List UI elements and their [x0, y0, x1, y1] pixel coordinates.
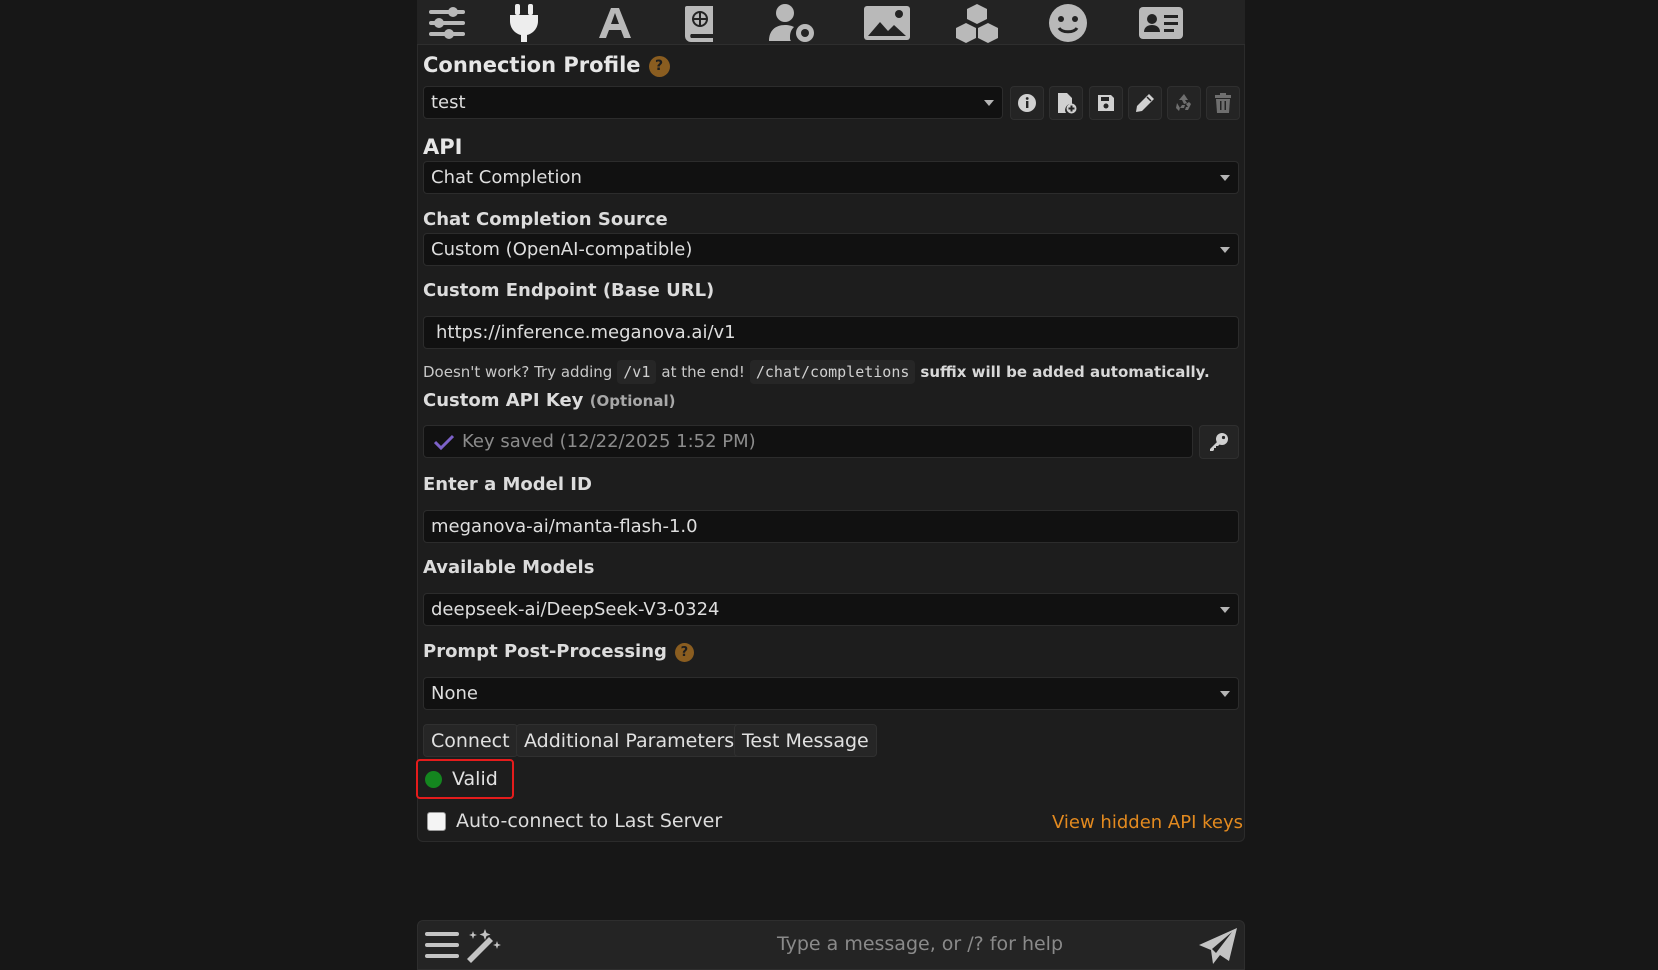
endpoint-hint-text: Doesn't work? Try adding [423, 363, 613, 381]
manage-api-key-button[interactable] [1199, 425, 1239, 459]
sliders-icon[interactable] [417, 2, 477, 44]
profile-reload-button[interactable] [1167, 86, 1201, 120]
chat-completion-source-heading: Chat Completion Source [423, 209, 668, 230]
additional-parameters-button[interactable]: Additional Parameters [516, 724, 743, 757]
custom-endpoint-value: https://inference.meganova.ai/v1 [436, 322, 736, 343]
api-value: Chat Completion [431, 167, 582, 188]
profile-save-button[interactable] [1089, 86, 1123, 120]
top-navigation-bar [417, 0, 1245, 45]
available-models-value: deepseek-ai/DeepSeek-V3-0324 [431, 599, 720, 620]
prompt-post-processing-select[interactable]: None [423, 677, 1239, 710]
connection-profile-label: Connection Profile [423, 53, 641, 77]
auto-connect-label: Auto-connect to Last Server [456, 810, 723, 832]
connection-profile-value: test [431, 92, 466, 113]
custom-api-key-placeholder: Key saved (12/22/2025 1:52 PM) [462, 431, 756, 452]
connect-button[interactable]: Connect [423, 724, 518, 757]
hamburger-menu-icon[interactable] [425, 930, 459, 964]
chat-completion-source-value: Custom (OpenAI-compatible) [431, 239, 693, 260]
help-icon[interactable]: ? [648, 55, 670, 77]
profile-delete-button[interactable] [1206, 86, 1240, 120]
status-label: Valid [452, 768, 498, 790]
connection-profile-heading: Connection Profile? [423, 53, 670, 77]
plug-icon[interactable] [494, 2, 554, 44]
chat-message-input[interactable]: Type a message, or /? for help [660, 933, 1180, 955]
available-models-select[interactable]: deepseek-ai/DeepSeek-V3-0324 [423, 593, 1239, 626]
floppy-icon [1098, 95, 1114, 111]
endpoint-hint-text-2: at the end! [661, 363, 745, 381]
font-icon[interactable] [585, 2, 645, 44]
custom-api-key-label: Custom API Key [423, 390, 584, 411]
chevron-down-icon [1220, 175, 1230, 181]
endpoint-hint: Doesn't work? Try adding /v1 at the end!… [423, 360, 1210, 384]
recycle-icon [1176, 94, 1191, 111]
view-hidden-api-keys-link[interactable]: View hidden API keys [1052, 812, 1243, 833]
api-heading: API [423, 135, 463, 159]
chevron-down-icon [984, 100, 994, 106]
key-icon [1210, 433, 1228, 451]
help-icon[interactable]: ? [674, 642, 694, 662]
book-atlas-icon[interactable] [670, 2, 730, 44]
custom-api-key-input[interactable]: Key saved (12/22/2025 1:52 PM) [423, 425, 1193, 458]
cubes-icon[interactable] [947, 2, 1007, 44]
address-card-icon[interactable] [1131, 2, 1191, 44]
test-message-button[interactable]: Test Message [734, 724, 877, 757]
model-id-value: meganova-ai/manta-flash-1.0 [431, 516, 698, 537]
checkmark-icon [434, 434, 454, 450]
endpoint-hint-code-suffix: /chat/completions [749, 360, 916, 384]
auto-connect-checkbox[interactable] [427, 812, 446, 831]
info-icon [1018, 94, 1036, 112]
status-indicator-dot [425, 770, 442, 788]
model-id-heading: Enter a Model ID [423, 474, 592, 495]
connection-status: Valid [416, 759, 514, 799]
send-icon[interactable] [1198, 927, 1238, 969]
image-icon[interactable] [857, 2, 917, 44]
connection-profile-select[interactable]: test [423, 86, 1003, 119]
chat-completion-source-select[interactable]: Custom (OpenAI-compatible) [423, 233, 1239, 266]
custom-endpoint-input[interactable]: https://inference.meganova.ai/v1 [423, 316, 1239, 349]
endpoint-hint-code-v1: /v1 [617, 360, 657, 384]
magic-wand-icon[interactable] [463, 927, 503, 969]
chevron-down-icon [1220, 607, 1230, 613]
prompt-post-processing-label: Prompt Post-Processing [423, 641, 667, 662]
prompt-post-processing-value: None [431, 683, 478, 704]
custom-endpoint-heading: Custom Endpoint (Base URL) [423, 280, 715, 301]
pencil-icon [1136, 94, 1154, 112]
file-add-icon [1058, 93, 1077, 114]
user-gear-icon[interactable] [763, 2, 823, 44]
chevron-down-icon [1220, 247, 1230, 253]
model-id-input[interactable]: meganova-ai/manta-flash-1.0 [423, 510, 1239, 543]
trash-icon [1215, 93, 1231, 113]
endpoint-hint-text-3: suffix will be added automatically. [920, 363, 1210, 381]
prompt-post-processing-heading: Prompt Post-Processing? [423, 641, 694, 662]
profile-rename-button[interactable] [1128, 86, 1162, 120]
available-models-heading: Available Models [423, 557, 595, 578]
smiley-icon[interactable] [1038, 2, 1098, 44]
optional-label: (Optional) [589, 392, 676, 410]
chevron-down-icon [1220, 691, 1230, 697]
api-select[interactable]: Chat Completion [423, 161, 1239, 194]
profile-create-button[interactable] [1049, 86, 1083, 120]
custom-api-key-heading: Custom API Key (Optional) [423, 390, 675, 411]
profile-info-button[interactable] [1010, 86, 1044, 120]
